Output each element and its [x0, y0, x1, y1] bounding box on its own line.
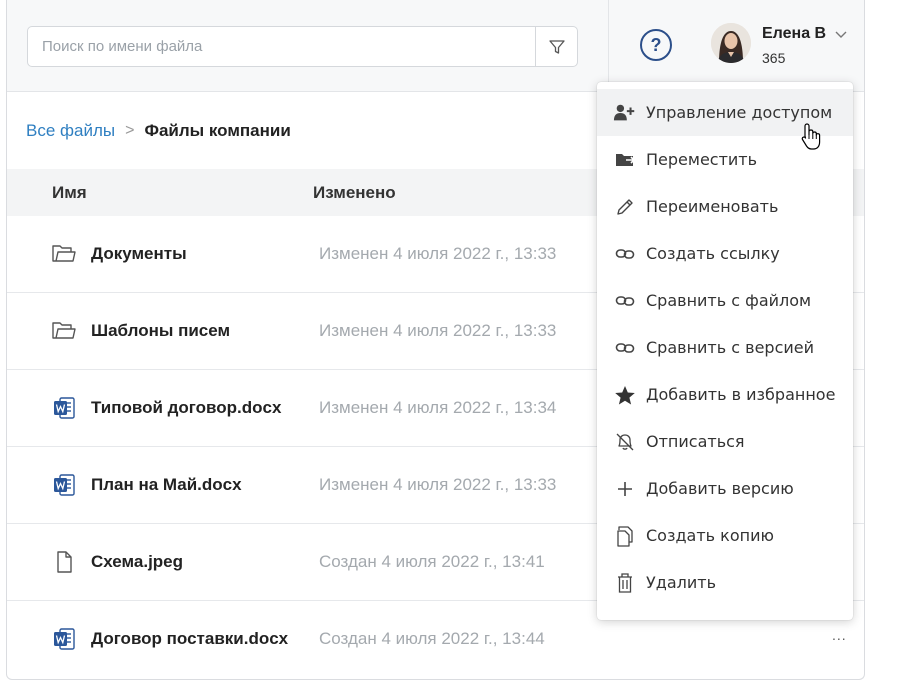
user-menu[interactable]: Елена В 365	[711, 23, 861, 69]
plus-icon	[613, 478, 637, 500]
trash-icon	[613, 572, 637, 594]
menu-item-add-favorite[interactable]: Добавить в избранное	[597, 371, 853, 418]
word-doc-icon	[54, 474, 75, 496]
bell-off-icon	[613, 431, 637, 453]
avatar-image	[711, 23, 751, 63]
menu-item-label: Сравнить с версией	[646, 338, 815, 357]
avatar	[711, 23, 751, 63]
chevron-down-icon	[835, 31, 847, 38]
link-icon	[613, 290, 637, 312]
menu-item-label: Сравнить с файлом	[646, 291, 812, 310]
modified-date: Изменен 4 июля 2022 г., 13:33	[319, 321, 557, 340]
user-subtitle: 365	[762, 50, 786, 66]
copy-icon	[613, 525, 637, 547]
breadcrumb-separator: >	[125, 122, 135, 139]
menu-item-compare-version[interactable]: Сравнить с версией	[597, 324, 853, 371]
pencil-icon	[613, 196, 637, 218]
header-divider	[608, 0, 609, 92]
breadcrumb: Все файлы > Файлы компании	[26, 121, 291, 141]
menu-item-create-copy[interactable]: Создать копию	[597, 512, 853, 559]
help-icon: ?	[650, 34, 662, 55]
modified-date: Создан 4 июля 2022 г., 13:41	[319, 552, 545, 571]
file-icon	[57, 551, 72, 573]
menu-item-add-version[interactable]: Добавить версию	[597, 465, 853, 512]
top-bar: ? Елена В 365	[7, 0, 864, 92]
user-name: Елена В	[762, 25, 827, 42]
file-name: Схема.jpeg	[91, 552, 184, 571]
menu-item-rename[interactable]: Переименовать	[597, 183, 853, 230]
modified-date: Изменен 4 июля 2022 г., 13:33	[319, 244, 557, 263]
file-name: Документы	[91, 244, 187, 263]
file-name: План на Май.docx	[91, 475, 242, 494]
folder-icon	[52, 322, 76, 339]
menu-item-label: Создать копию	[646, 526, 774, 545]
link-icon	[613, 337, 637, 359]
menu-item-label: Создать ссылку	[646, 244, 780, 263]
context-menu: Управление доступом Переместить Переимен…	[597, 82, 853, 620]
word-doc-icon	[54, 628, 75, 650]
file-name: Шаблоны писем	[91, 321, 231, 340]
word-doc-icon	[54, 397, 75, 419]
menu-item-delete[interactable]: Удалить	[597, 559, 853, 606]
menu-item-label: Управление доступом	[646, 103, 833, 122]
move-folder-icon	[613, 149, 637, 171]
link-icon	[613, 243, 637, 265]
more-actions-button[interactable]: ...	[832, 627, 847, 643]
column-header-modified[interactable]: Изменено	[313, 183, 396, 203]
breadcrumb-root-link[interactable]: Все файлы	[26, 121, 115, 141]
column-header-name[interactable]: Имя	[52, 183, 87, 203]
search-input[interactable]	[28, 27, 536, 66]
user-plus-icon	[613, 102, 637, 124]
star-icon	[613, 384, 637, 406]
menu-item-unsubscribe[interactable]: Отписаться	[597, 418, 853, 465]
menu-item-create-link[interactable]: Создать ссылку	[597, 230, 853, 277]
menu-item-label: Отписаться	[646, 432, 745, 451]
menu-item-label: Переименовать	[646, 197, 779, 216]
search-box	[27, 26, 578, 67]
menu-item-label: Переместить	[646, 150, 758, 169]
modified-date: Создан 4 июля 2022 г., 13:44	[319, 629, 545, 648]
file-name: Договор поставки.docx	[91, 629, 289, 648]
breadcrumb-current: Файлы компании	[144, 121, 291, 140]
file-name: Типовой договор.docx	[91, 398, 282, 417]
modified-date: Изменен 4 июля 2022 г., 13:33	[319, 475, 557, 494]
menu-item-label: Добавить в избранное	[646, 385, 836, 404]
folder-icon	[52, 245, 76, 262]
filter-icon	[548, 39, 565, 54]
menu-item-compare-file[interactable]: Сравнить с файлом	[597, 277, 853, 324]
menu-item-label: Добавить версию	[646, 479, 794, 498]
modified-date: Изменен 4 июля 2022 г., 13:34	[319, 398, 557, 417]
menu-item-label: Удалить	[646, 573, 716, 592]
hand-cursor-icon	[801, 123, 821, 150]
help-button[interactable]: ?	[640, 29, 672, 61]
filter-button[interactable]	[535, 27, 577, 66]
